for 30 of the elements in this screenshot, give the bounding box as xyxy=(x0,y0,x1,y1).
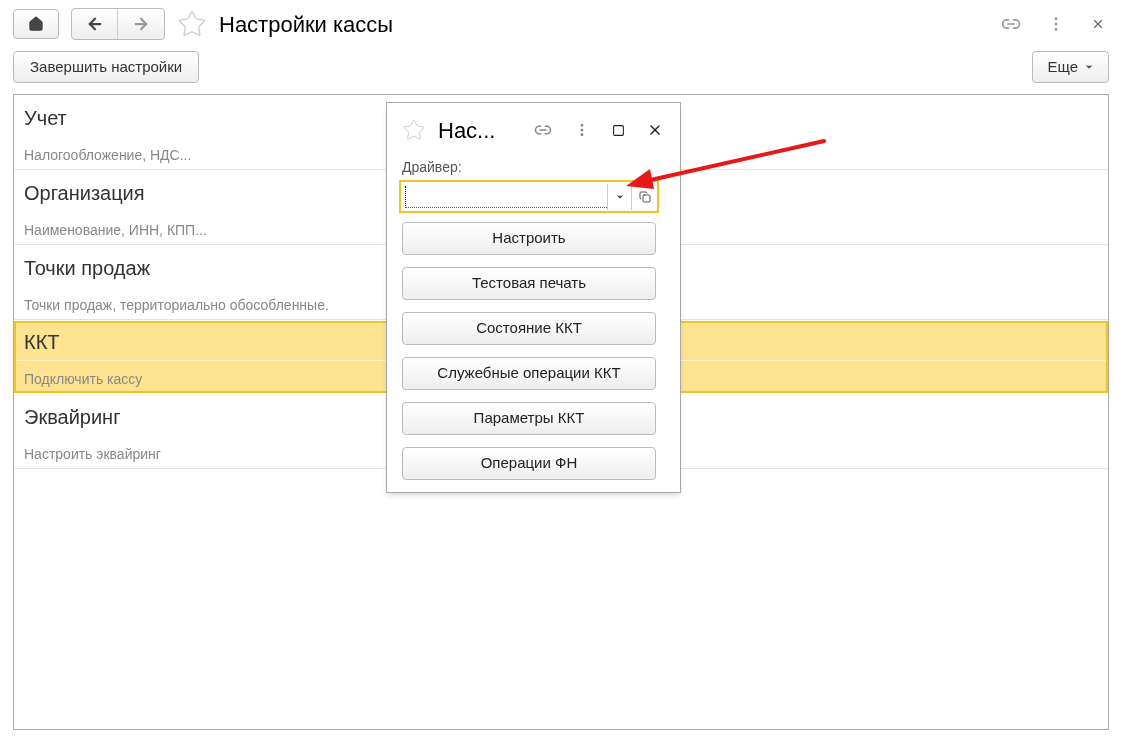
forward-icon xyxy=(132,15,150,33)
dialog-button[interactable]: Операции ФН xyxy=(402,447,656,480)
section-subtitle: Точки продаж, территориально обособленные. xyxy=(24,297,329,313)
section-title: Эквайринг xyxy=(24,406,121,428)
finish-settings-button[interactable]: Завершить настройки xyxy=(13,51,200,83)
section-subtitle: Наименование, ИНН, КПП... xyxy=(24,222,207,238)
dialog-button[interactable]: Состояние ККТ xyxy=(402,312,656,345)
dialog-button[interactable]: Настроить xyxy=(402,222,656,255)
open-icon[interactable] xyxy=(638,190,651,203)
more-button[interactable]: Еще xyxy=(1032,51,1109,83)
section-subtitle: Подключить кассу xyxy=(24,371,143,387)
star-icon[interactable] xyxy=(402,118,426,142)
driver-input[interactable] xyxy=(405,185,607,208)
dialog-button[interactable]: Тестовая печать xyxy=(402,267,656,300)
section-title: Точки продаж xyxy=(24,257,151,279)
star-icon[interactable] xyxy=(177,9,207,39)
section-title: Учет xyxy=(24,107,67,129)
maximize-icon[interactable] xyxy=(612,123,625,137)
dialog-button[interactable]: Параметры ККТ xyxy=(402,402,656,435)
caret-icon xyxy=(1084,62,1094,72)
home-button[interactable] xyxy=(13,9,59,39)
section-subtitle: Налогообложение, НДС... xyxy=(24,147,192,163)
section-subtitle: Настроить эквайринг xyxy=(24,446,161,462)
dialog-button[interactable]: Служебные операции ККТ xyxy=(402,357,656,390)
driver-label: Драйвер: xyxy=(402,158,462,177)
dialog-title: Нас... xyxy=(438,116,496,145)
home-icon xyxy=(28,16,44,32)
window-title: Настройки кассы xyxy=(219,10,394,39)
section-title: ККТ xyxy=(24,331,60,353)
section-title: Организация xyxy=(24,182,145,204)
